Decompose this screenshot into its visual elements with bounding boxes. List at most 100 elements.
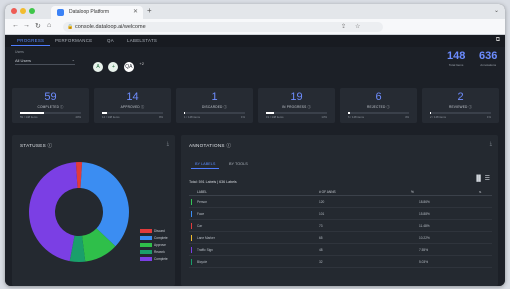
tab-qa[interactable]: QA xyxy=(107,38,114,43)
status-cards: 59 COMPLETED ⓘ 59 / 148 items 40% 14 APPROVED… xyxy=(12,88,499,128)
qa-chip[interactable]: QA xyxy=(123,62,134,72)
status-card[interactable]: 59 COMPLETED ⓘ 59 / 148 items 40% xyxy=(12,88,89,123)
share-icon[interactable]: ⇪ xyxy=(341,23,346,30)
row-label: Person xyxy=(197,200,208,204)
label-color-marker xyxy=(191,235,192,241)
close-window-button[interactable] xyxy=(11,8,17,14)
legend-label: Complete xyxy=(154,236,168,240)
label-color-marker xyxy=(191,199,192,205)
label-color-marker xyxy=(191,247,192,253)
row-count: 120 xyxy=(319,200,325,204)
tab-performance[interactable]: PERFORMANCE xyxy=(55,38,92,43)
external-link-icon[interactable]: ⧉ xyxy=(496,37,500,44)
status-progress-fill xyxy=(266,112,274,114)
url-text: console.dataloop.ai/welcome xyxy=(75,24,146,30)
users-filter-dropdown[interactable]: All Users ⌄ xyxy=(15,56,75,65)
status-card[interactable]: 6 REJECTED ⓘ 6 / 148 items 4% xyxy=(340,88,417,123)
chip-count-badge: +2 xyxy=(139,61,144,66)
tab-labelstats[interactable]: LABELSTATS xyxy=(127,38,157,43)
users-filter-label: Users xyxy=(15,50,24,54)
bar-chart-icon[interactable]: ▐▌ xyxy=(474,176,483,182)
row-label: Face xyxy=(197,212,205,216)
status-card-value: 2 xyxy=(457,91,464,103)
row-count: 65 xyxy=(319,236,323,240)
status-card-value: 59 xyxy=(44,91,57,103)
status-card-count: 59 / 148 items xyxy=(20,115,38,119)
status-progress-bar xyxy=(430,112,491,114)
status-card[interactable]: 19 IN PROGRESS ⓘ 19 / 148 items 13% xyxy=(258,88,335,123)
annotations-stat: 636 Annotations xyxy=(479,50,497,67)
status-card[interactable]: 1 DISCARDED ⓘ 1 / 148 items 1% xyxy=(176,88,253,123)
tab-by-labels[interactable]: BY LABELS xyxy=(190,162,220,169)
legend-label: Approve xyxy=(154,243,166,247)
tab-progress[interactable]: PROGRESS xyxy=(10,38,51,46)
download-icon[interactable]: ⤓ xyxy=(490,141,492,147)
assignee-chip[interactable]: A xyxy=(93,62,103,72)
column-header-label[interactable]: LABEL xyxy=(197,190,207,194)
lock-icon: 🔒 xyxy=(67,24,74,30)
status-card-value: 14 xyxy=(126,91,139,103)
status-card-count: 14 / 148 items xyxy=(102,115,120,119)
donut-slice-complete[interactable] xyxy=(80,162,129,247)
close-tab-icon[interactable]: ✕ xyxy=(133,8,138,15)
browser-tab[interactable]: Dataloop Platform ✕ xyxy=(51,6,143,19)
status-card[interactable]: 2 REVIEWED ⓘ 2 / 148 items 1% xyxy=(422,88,499,123)
label-color-marker xyxy=(191,223,192,229)
status-card-percent: 13% xyxy=(321,115,327,119)
status-progress-bar xyxy=(184,112,245,114)
status-card-label: REVIEWED ⓘ xyxy=(448,105,473,109)
status-card-label: DISCARDED ⓘ xyxy=(201,105,228,109)
legend-swatch xyxy=(140,229,152,233)
column-header-percent[interactable]: % xyxy=(411,190,414,194)
donut-slice-complete[interactable] xyxy=(28,162,78,262)
table-row[interactable]: Lane Marker 65 10.22% xyxy=(189,232,492,244)
download-icon[interactable]: ⤓ xyxy=(167,141,169,147)
back-arrow-icon[interactable]: ← xyxy=(12,22,19,29)
users-filter-value: All Users xyxy=(15,58,32,63)
label-color-marker xyxy=(191,259,192,265)
table-row[interactable]: Car 73 11.48% xyxy=(189,220,492,232)
tab-list-icon[interactable]: ⌄ xyxy=(494,7,499,14)
star-icon[interactable]: ☆ xyxy=(355,23,360,30)
legend-swatch xyxy=(140,243,152,247)
row-count: 101 xyxy=(319,212,325,216)
row-percent: 18.86% xyxy=(419,200,430,204)
home-icon[interactable]: ⌂ xyxy=(47,22,51,29)
status-progress-bar xyxy=(102,112,163,114)
status-progress-fill xyxy=(102,112,108,114)
tab-by-tools[interactable]: BY TOOLS xyxy=(229,162,248,166)
status-progress-bar xyxy=(348,112,409,114)
annotations-label: Annotations xyxy=(480,63,497,67)
legend-label: Rework xyxy=(154,250,165,254)
forward-arrow-icon[interactable]: → xyxy=(23,22,30,29)
status-progress-fill xyxy=(348,112,351,114)
statuses-panel: STATUSES ⓘ ⤓ Discard Complete Approve Rewor… xyxy=(12,135,175,286)
status-progress-bar xyxy=(266,112,327,114)
column-header-count[interactable]: # OF ANNS xyxy=(319,190,336,194)
maximize-window-button[interactable] xyxy=(29,8,35,14)
table-row[interactable]: Face 101 15.88% xyxy=(189,208,492,220)
url-field[interactable]: 🔒 console.dataloop.ai/welcome xyxy=(63,22,383,32)
add-chip[interactable]: + xyxy=(108,62,119,72)
row-label: Lane Marker xyxy=(197,236,215,240)
legend-swatch xyxy=(140,236,152,240)
row-percent: 5.03% xyxy=(419,260,429,264)
status-card-count: 19 / 148 items xyxy=(266,115,284,119)
row-label: Traffic Sign xyxy=(197,248,213,252)
new-tab-icon[interactable]: + xyxy=(147,6,152,15)
sort-icon[interactable]: ⇅ xyxy=(479,190,482,194)
row-percent: 15.88% xyxy=(419,212,430,216)
status-card-percent: 1% xyxy=(486,115,491,119)
favicon-icon xyxy=(57,9,64,16)
table-row[interactable]: Traffic Sign 48 7.55% xyxy=(189,244,492,256)
row-count: 73 xyxy=(319,224,323,228)
list-view-icon[interactable]: ☰ xyxy=(485,176,490,182)
view-toggle: ▐▌ ☰ xyxy=(474,175,490,182)
minimize-window-button[interactable] xyxy=(20,8,26,14)
status-card[interactable]: 14 APPROVED ⓘ 14 / 148 items 9% xyxy=(94,88,171,123)
status-card-label: COMPLETED ⓘ xyxy=(37,105,64,109)
table-row[interactable]: Bicycle 32 5.03% xyxy=(189,256,492,268)
table-row[interactable]: Person 120 18.86% xyxy=(189,196,492,208)
status-progress-fill xyxy=(184,112,185,114)
reload-icon[interactable]: ↻ xyxy=(35,22,41,30)
